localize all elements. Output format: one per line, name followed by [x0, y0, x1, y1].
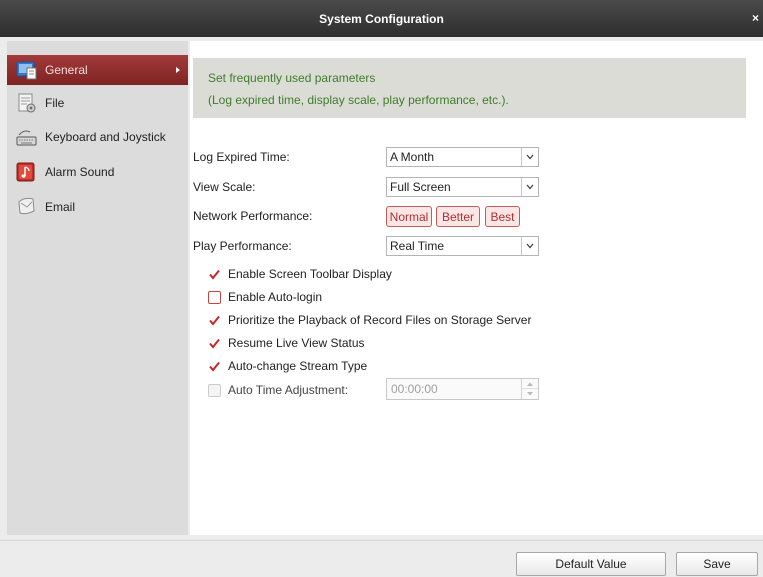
sidebar: General File Keyboard and Joystick Alarm… — [7, 41, 188, 535]
chevron-right-icon — [176, 67, 180, 73]
email-icon — [16, 196, 38, 218]
close-icon[interactable]: × — [752, 11, 759, 25]
keyboard-icon — [16, 126, 38, 148]
sidebar-item-label: Keyboard and Joystick — [45, 130, 166, 144]
checkbox-label: Auto Time Adjustment: — [228, 383, 349, 397]
enable-auto-login-checkbox[interactable] — [208, 290, 221, 304]
auto-change-stream-row: Auto-change Stream Type — [208, 359, 367, 373]
play-performance-select[interactable]: Real Time — [386, 236, 539, 256]
spin-down-icon[interactable] — [522, 389, 538, 399]
save-button[interactable]: Save — [676, 552, 758, 576]
checkbox-label: Auto-change Stream Type — [228, 359, 368, 373]
network-performance-label: Network Performance: — [193, 209, 313, 223]
window-title: System Configuration — [319, 11, 444, 26]
info-banner: Set frequently used parameters (Log expi… — [193, 58, 746, 118]
sidebar-item-general[interactable]: General — [7, 55, 188, 85]
auto-change-stream-checkbox[interactable] — [208, 360, 221, 373]
select-value: Full Screen — [390, 180, 451, 194]
dialog-body: General File Keyboard and Joystick Alarm… — [0, 37, 763, 577]
resume-live-view-row: Resume Live View Status — [208, 336, 365, 350]
sidebar-item-keyboard-joystick[interactable]: Keyboard and Joystick — [7, 122, 188, 152]
sidebar-item-file[interactable]: File — [7, 88, 188, 118]
prioritize-playback-checkbox[interactable] — [208, 314, 221, 327]
sidebar-item-label: Alarm Sound — [45, 165, 115, 179]
enable-screen-toolbar-checkbox[interactable] — [208, 268, 221, 281]
time-spinner — [521, 379, 538, 399]
enable-screen-toolbar-row: Enable Screen Toolbar Display — [208, 267, 392, 281]
auto-time-adjustment-checkbox[interactable] — [208, 383, 221, 397]
sidebar-item-label: File — [45, 96, 65, 110]
alarm-sound-icon — [16, 161, 38, 183]
prioritize-playback-row: Prioritize the Playback of Record Files … — [208, 313, 531, 327]
play-performance-label: Play Performance: — [193, 239, 292, 253]
info-banner-line-1: Set frequently used parameters — [208, 71, 376, 85]
info-banner-line-2: (Log expired time, display scale, play p… — [208, 93, 509, 107]
view-scale-select[interactable]: Full Screen — [386, 177, 539, 197]
enable-auto-login-row: Enable Auto-login — [208, 290, 322, 304]
settings-panel: Set frequently used parameters (Log expi… — [190, 41, 763, 535]
sidebar-item-label: General — [45, 63, 88, 77]
network-normal-button[interactable]: Normal — [386, 206, 432, 227]
dialog-footer: Default Value Save — [0, 540, 763, 577]
network-best-button[interactable]: Best — [485, 206, 520, 227]
sidebar-item-email[interactable]: Email — [7, 192, 188, 222]
select-value: Real Time — [390, 239, 445, 253]
title-bar: System Configuration × — [0, 0, 763, 37]
chevron-down-icon[interactable] — [521, 178, 538, 196]
default-value-button[interactable]: Default Value — [516, 552, 666, 576]
sidebar-item-alarm-sound[interactable]: Alarm Sound — [7, 157, 188, 187]
auto-time-input[interactable]: 00:00:00 — [386, 378, 539, 400]
log-expired-time-select[interactable]: A Month — [386, 147, 539, 167]
view-scale-label: View Scale: — [193, 180, 256, 194]
spin-up-icon[interactable] — [522, 379, 538, 389]
chevron-down-icon[interactable] — [521, 237, 538, 255]
sidebar-item-label: Email — [45, 200, 76, 214]
time-value: 00:00:00 — [391, 382, 438, 396]
checkbox-label: Enable Screen Toolbar Display — [228, 267, 392, 281]
checkbox-label: Prioritize the Playback of Record Files … — [228, 313, 532, 327]
file-icon — [16, 92, 38, 114]
resume-live-view-checkbox[interactable] — [208, 337, 221, 350]
checkbox-label: Enable Auto-login — [228, 290, 323, 304]
chevron-down-icon[interactable] — [521, 148, 538, 166]
checkbox-label: Resume Live View Status — [228, 336, 365, 350]
auto-time-adjustment-row: Auto Time Adjustment: — [208, 383, 348, 397]
network-better-button[interactable]: Better — [436, 206, 480, 227]
general-settings-icon — [16, 59, 38, 81]
log-expired-time-label: Log Expired Time: — [193, 150, 290, 164]
select-value: A Month — [390, 150, 435, 164]
